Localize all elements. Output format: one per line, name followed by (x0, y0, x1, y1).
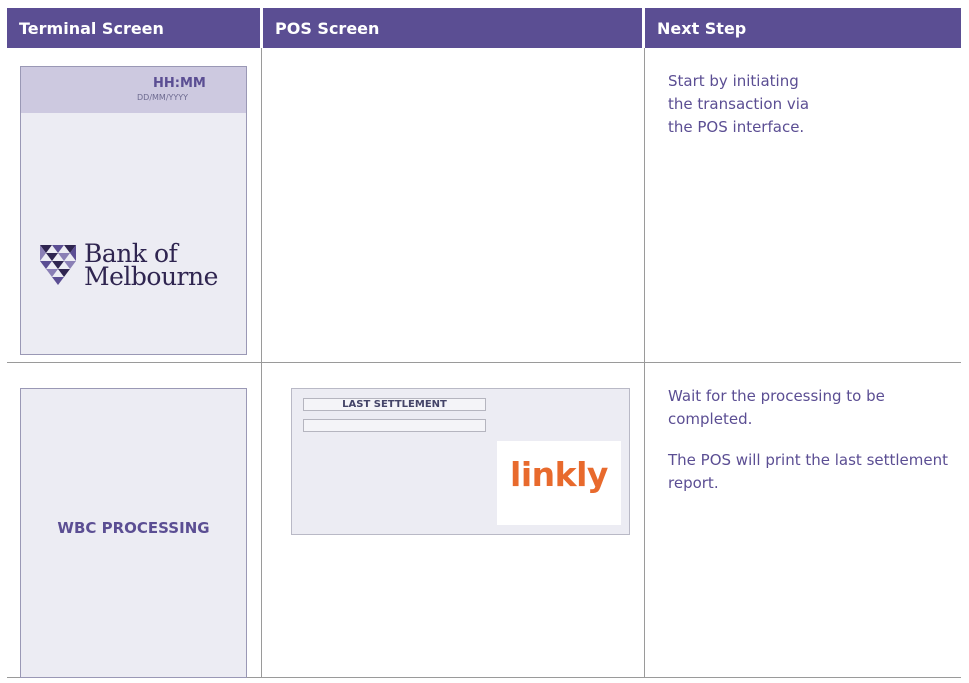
next-step-line: the transaction via (668, 95, 810, 113)
terminal-screen-processing: WBC PROCESSING (20, 388, 247, 678)
header-next-step: Next Step (645, 8, 961, 48)
column-divider (644, 48, 645, 678)
pos-screen: LAST SETTLEMENT linkly (291, 388, 630, 535)
header-terminal-screen: Terminal Screen (7, 8, 260, 48)
bank-logo-icon (40, 245, 76, 285)
next-step-line: Start by initiating (668, 72, 799, 90)
terminal-date: DD/MM/YYYY (137, 93, 189, 102)
last-settlement-label: LAST SETTLEMENT (342, 399, 447, 410)
last-settlement-field: LAST SETTLEMENT (303, 398, 486, 411)
terminal-screen-idle: HH:MM DD/MM/YYYY Bank of Melbourne (20, 66, 247, 355)
pos-empty-field (303, 419, 486, 432)
instruction-table: Terminal Screen POS Screen Next Step HH:… (7, 8, 961, 678)
linkly-logo: linkly (497, 441, 621, 525)
linkly-logo-text: linkly (510, 455, 608, 494)
header-pos-screen: POS Screen (263, 8, 642, 48)
terminal-time: HH:MM (153, 76, 206, 91)
terminal-status-bar: HH:MM DD/MM/YYYY (21, 67, 246, 113)
logo-text-line2: Melbourne (84, 262, 218, 291)
bank-of-melbourne-logo: Bank of Melbourne (40, 241, 218, 291)
next-step-row2-para2: The POS will print the last settlement r… (668, 451, 948, 492)
column-divider (261, 48, 262, 678)
processing-status: WBC PROCESSING (57, 519, 210, 537)
next-step-row2-para1: Wait for the processing to be completed. (668, 387, 885, 428)
next-step-line: the POS interface. (668, 118, 805, 136)
next-step-row1: Start by initiating the transaction via … (668, 70, 809, 139)
row-divider (7, 362, 961, 363)
